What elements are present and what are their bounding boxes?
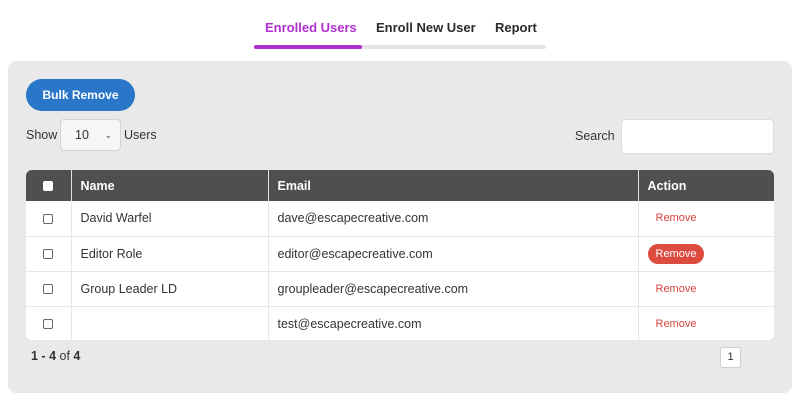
tab-report[interactable]: Report — [495, 20, 537, 35]
tab-bar: Enrolled Users Enroll New User Report — [0, 0, 800, 52]
range-start: 1 — [31, 349, 38, 363]
user-email: editor@escapecreative.com — [268, 236, 639, 271]
remove-button[interactable]: Remove — [647, 243, 705, 264]
user-name: Editor Role — [71, 236, 269, 271]
users-table: Name Email Action David Warfel dave@esca… — [26, 170, 774, 340]
tab-active-indicator — [254, 45, 362, 49]
range-total: 4 — [73, 349, 81, 363]
table-row: Group Leader LD groupleader@escapecreati… — [26, 271, 774, 306]
tab-enroll-new-user[interactable]: Enroll New User — [376, 20, 476, 35]
row-checkbox[interactable] — [43, 284, 54, 295]
table-row: Editor Role editor@escapecreative.com Re… — [26, 236, 774, 271]
bulk-remove-button[interactable]: Bulk Remove — [26, 79, 135, 111]
row-checkbox[interactable] — [43, 213, 54, 224]
column-header-name: Name — [71, 170, 269, 201]
row-checkbox[interactable] — [43, 249, 54, 260]
user-name: Group Leader LD — [71, 271, 269, 306]
range-end: 4 — [49, 349, 57, 363]
row-check-cell — [26, 306, 72, 340]
row-check-cell — [26, 271, 72, 306]
user-email: dave@escapecreative.com — [268, 201, 639, 236]
action-cell: Remove — [638, 201, 774, 236]
page-1-button[interactable]: 1 — [720, 347, 741, 368]
select-all-checkbox[interactable] — [43, 181, 54, 192]
pagination-info: 1 - 4 of 4 — [31, 349, 80, 363]
user-email: test@escapecreative.com — [268, 306, 639, 340]
users-label: Users — [124, 128, 157, 142]
user-name: David Warfel — [71, 201, 269, 236]
remove-button[interactable]: Remove — [648, 279, 705, 299]
table-row: David Warfel dave@escapecreative.com Rem… — [26, 201, 774, 236]
select-all-cell — [26, 170, 72, 201]
row-check-cell — [26, 236, 72, 271]
row-check-cell — [26, 201, 72, 236]
user-email: groupleader@escapecreative.com — [268, 271, 639, 306]
column-header-action: Action — [647, 178, 687, 193]
show-label: Show — [26, 128, 58, 142]
search-label: Search — [575, 129, 615, 143]
entries-per-page-value: 10 — [75, 128, 89, 142]
table-header-row: Name Email Action — [26, 170, 774, 201]
enrolled-users-panel: Bulk Remove Show 10 ⌄ Users Search Name … — [8, 61, 792, 393]
action-cell: Remove — [638, 236, 774, 271]
range-of: of — [56, 349, 74, 363]
range-separator: - — [37, 349, 50, 363]
entries-per-page-select[interactable]: 10 ⌄ — [60, 119, 121, 151]
search-input[interactable] — [621, 119, 774, 154]
action-cell: Remove — [638, 306, 774, 340]
user-name — [71, 306, 269, 340]
table-row: test@escapecreative.com Remove — [26, 306, 774, 340]
action-cell: Remove — [638, 271, 774, 306]
remove-button[interactable]: Remove — [648, 208, 705, 228]
row-checkbox[interactable] — [43, 319, 54, 330]
tab-enrolled-users[interactable]: Enrolled Users — [265, 20, 357, 35]
column-header-email: Email — [268, 170, 639, 201]
chevron-down-icon: ⌄ — [104, 130, 112, 140]
remove-button[interactable]: Remove — [648, 314, 705, 334]
